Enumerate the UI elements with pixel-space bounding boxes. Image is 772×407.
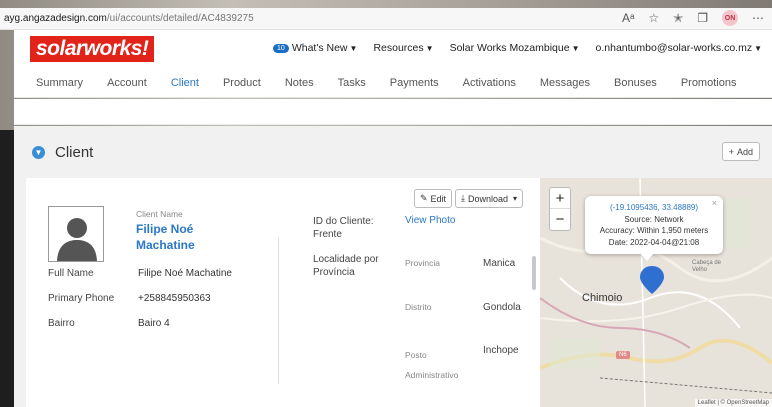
account-tabs: Summary Account Client Product Notes Tas… <box>14 68 772 98</box>
bairro-value: Bairo 4 <box>138 318 170 329</box>
section-header: ▼ Client <box>32 144 93 161</box>
whats-new-menu[interactable]: 10 What's New ▼ <box>273 42 357 54</box>
tab-activations[interactable]: Activations <box>463 77 516 89</box>
id-cliente-label: ID do Cliente: Frente <box>313 216 374 240</box>
url-path: /ui/accounts/detailed/AC4839275 <box>106 13 254 24</box>
add-label: Add <box>736 146 753 157</box>
primary-phone-label: Primary Phone <box>48 293 115 304</box>
chevron-down-icon: ▼ <box>571 44 580 53</box>
favorite-add-icon[interactable]: ☆ <box>648 11 659 25</box>
tab-product[interactable]: Product <box>223 77 261 89</box>
zoom-out-button[interactable]: − <box>550 209 570 230</box>
popup-tip <box>640 253 654 261</box>
posto-administrativo-label: Posto Administrativo <box>405 350 459 380</box>
user-menu[interactable]: o.nhantumbo@solar-works.co.mz ▼ <box>596 42 762 54</box>
collapse-icon[interactable]: ▼ <box>32 146 45 159</box>
client-location-map[interactable]: + − × (-19.1095436, 33.48889) Source: Ne… <box>540 178 772 407</box>
tab-tasks[interactable]: Tasks <box>338 77 366 89</box>
distrito-value: Gondola <box>483 302 521 313</box>
tab-notes[interactable]: Notes <box>285 77 314 89</box>
section-title: Client <box>55 144 94 161</box>
map-road-label: N6 <box>616 351 630 359</box>
close-icon[interactable]: × <box>712 198 717 210</box>
org-menu[interactable]: Solar Works Mozambique ▼ <box>450 42 580 54</box>
add-button[interactable]: + Add <box>721 142 760 161</box>
map-zoom-control: + − <box>549 187 571 231</box>
resources-menu[interactable]: Resources ▼ <box>373 42 433 54</box>
tab-account[interactable]: Account <box>107 77 147 89</box>
popup-coords: (-19.1095436, 33.48889) <box>609 203 699 212</box>
provincia-label: Provincia <box>405 258 440 268</box>
chevron-down-icon: ▼ <box>349 44 358 53</box>
chevron-down-icon: ▼ <box>754 44 762 53</box>
popup-date: Date: 2022-04-04@21:08 <box>608 237 700 247</box>
column-divider <box>278 238 279 384</box>
browser-toolbar-icons: Aᵃ ☆ ✭ ❐ ON ⋯ <box>622 10 764 26</box>
pencil-icon: ✎ <box>420 193 428 203</box>
location-popup: × (-19.1095436, 33.48889) Source: Networ… <box>585 196 723 254</box>
monitor-bezel <box>0 130 14 407</box>
subheader-band <box>14 99 772 125</box>
whats-new-count: 10 <box>273 43 289 53</box>
client-name-label: Client Name <box>136 209 183 219</box>
more-options-icon[interactable]: ⋯ <box>752 11 764 25</box>
localidade-label: Localidade por Província <box>313 254 379 278</box>
tab-client[interactable]: Client <box>171 77 199 89</box>
distrito-label: Distrito <box>405 302 432 312</box>
chevron-down-icon: ▼ <box>425 44 434 53</box>
chevron-down-icon: ▾ <box>513 194 518 203</box>
favorites-icon[interactable]: ✭ <box>673 11 683 25</box>
client-avatar <box>48 206 104 262</box>
locality-scrollbar[interactable] <box>532 256 536 290</box>
popup-source: Source: Network <box>624 214 684 224</box>
read-aloud-icon[interactable]: Aᵃ <box>622 11 634 25</box>
edit-button[interactable]: ✎ Edit <box>414 189 453 208</box>
map-city-label: Chimoio <box>582 292 623 304</box>
tab-promotions[interactable]: Promotions <box>681 77 737 89</box>
provincia-value: Manica <box>483 258 516 269</box>
download-icon: ⤓ <box>461 193 465 203</box>
user-silhouette-icon <box>57 218 97 261</box>
popup-accuracy: Accuracy: Within 1,950 meters <box>599 226 709 235</box>
bairro-label: Bairro <box>48 318 75 329</box>
plus-icon: + <box>728 146 734 157</box>
collections-icon[interactable]: ❐ <box>697 11 708 25</box>
solarworks-logo[interactable]: solarworks! <box>30 36 155 62</box>
map-place-label: Cabeça de Velho <box>692 260 722 273</box>
full-name-label: Full Name <box>48 268 94 279</box>
posto-administrativo-value: Inchope <box>483 345 519 356</box>
browser-address-bar[interactable]: ayg.angazadesign.com/ui/accounts/detaile… <box>0 8 772 30</box>
app-header: solarworks! 10 What's New ▼ Resources ▼ Sol… <box>14 30 772 68</box>
profile-avatar[interactable]: ON <box>722 10 738 26</box>
full-name-value: Filipe Noé Machatine <box>138 268 232 279</box>
resources-label: Resources <box>373 42 424 54</box>
url-host: ayg.angazadesign.com <box>4 13 107 24</box>
tab-summary[interactable]: Summary <box>36 77 83 89</box>
client-name[interactable]: Filipe Noé Machatine <box>136 221 246 253</box>
edit-label: Edit <box>430 193 447 204</box>
header-nav: 10 What's New ▼ Resources ▼ Solar Works Moz… <box>273 42 762 54</box>
tab-payments[interactable]: Payments <box>390 77 439 89</box>
zoom-in-button[interactable]: + <box>550 188 570 209</box>
client-card: Client Name Filipe Noé Machatine Full Na… <box>26 178 540 407</box>
download-button[interactable]: ⤓ Download ▾ <box>455 189 524 208</box>
map-attribution[interactable]: Leaflet | © OpenStreetMap <box>694 399 772 407</box>
primary-phone-value: +258845950363 <box>138 293 211 304</box>
view-photo-link[interactable]: View Photo <box>405 215 455 226</box>
download-label: Download <box>467 193 509 204</box>
org-label: Solar Works Mozambique <box>449 42 570 54</box>
whats-new-label: What's New <box>291 42 348 54</box>
tab-messages[interactable]: Messages <box>540 77 590 89</box>
user-email: o.nhantumbo@solar-works.co.mz <box>595 42 753 54</box>
tab-bonuses[interactable]: Bonuses <box>614 77 657 89</box>
